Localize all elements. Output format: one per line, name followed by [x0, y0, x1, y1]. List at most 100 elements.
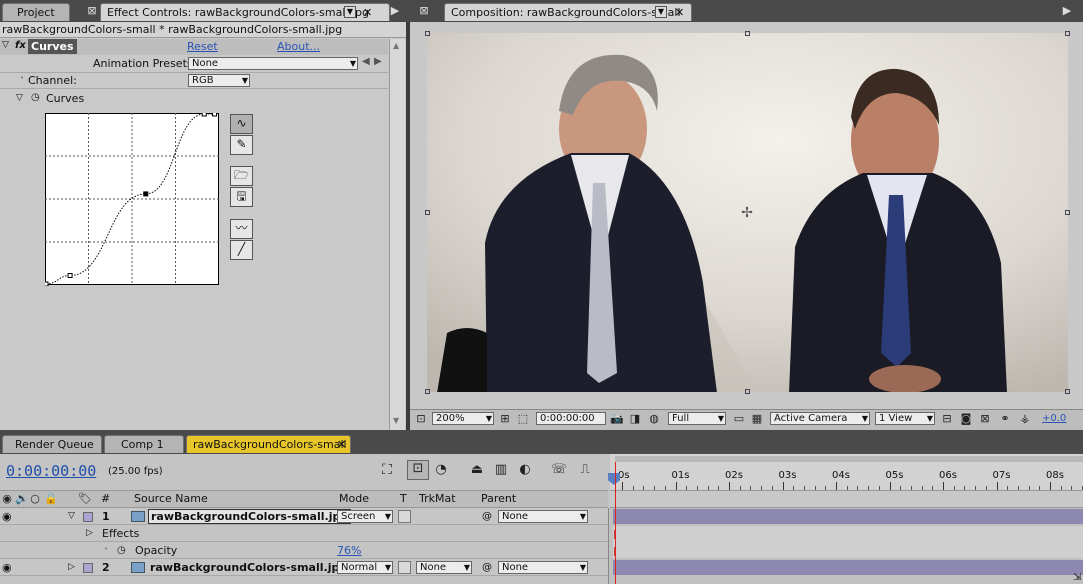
column-mode[interactable]: Mode	[339, 492, 369, 505]
curves-graph[interactable]	[45, 113, 220, 286]
curve-control-point[interactable]	[67, 273, 73, 278]
timeline-icon[interactable]: ⊠	[978, 412, 992, 425]
collapse-triangle-icon[interactable]: ▽	[16, 93, 23, 103]
preserve-transparency-checkbox[interactable]	[398, 561, 411, 574]
dropdown-arrow-icon[interactable]: ▼	[655, 6, 667, 18]
shy-layers-icon[interactable]: ⏏	[468, 462, 486, 477]
tab-comp-1[interactable]: Comp 1	[104, 435, 184, 453]
motion-blur-icon[interactable]: ◐	[516, 462, 534, 477]
effect-controls-scrollbar[interactable]: ▲ ▼	[389, 39, 405, 430]
label-color-swatch[interactable]	[83, 563, 93, 573]
anchor-crosshair-icon[interactable]: ✢	[741, 205, 753, 221]
live-update-icon[interactable]: ⊡	[407, 460, 429, 480]
mode-dropdown[interactable]: Normal ▼	[337, 561, 393, 574]
channel-icon[interactable]: ◍	[647, 412, 661, 425]
show-snapshot-icon[interactable]: ◨	[628, 412, 642, 425]
always-preview-icon[interactable]: ⊡	[414, 412, 428, 425]
reset-exposure-icon[interactable]: ⚶	[1018, 412, 1032, 425]
preserve-transparency-checkbox[interactable]	[398, 510, 411, 523]
opacity-row[interactable]: • ◷ Opacity 76%	[0, 542, 608, 559]
view-layout-dropdown[interactable]: 1 View ▼	[875, 412, 935, 425]
panel-menu-icon[interactable]: ▶	[389, 4, 401, 17]
draft-3d-icon[interactable]: ◔	[432, 462, 450, 477]
save-icon[interactable]: 🖫	[230, 187, 253, 207]
column-parent[interactable]: Parent	[481, 492, 516, 505]
curve-control-point[interactable]	[45, 281, 49, 286]
collapse-triangle-icon[interactable]: ▽	[2, 40, 9, 50]
resize-handle[interactable]	[425, 31, 430, 36]
scroll-up-icon[interactable]: ▲	[393, 41, 399, 50]
close-icon[interactable]: ✕	[337, 436, 346, 453]
resize-handle[interactable]	[425, 210, 430, 215]
layer-row-2[interactable]: ◉ ▷ 2 rawBackgroundColors-small.jpg Norm…	[0, 559, 608, 576]
curve-control-point[interactable]	[143, 191, 149, 197]
layer-bar-1[interactable]	[613, 509, 1083, 524]
channel-dropdown[interactable]: RGB ▼	[188, 74, 250, 87]
scroll-down-icon[interactable]: ▼	[393, 416, 399, 425]
close-icon[interactable]: ✕	[363, 4, 372, 21]
snapshot-icon[interactable]: 📷	[610, 412, 624, 425]
collapse-triangle-icon[interactable]: ▽	[68, 508, 75, 525]
mode-dropdown[interactable]: Screen ▼	[337, 510, 393, 523]
trkmat-dropdown[interactable]: None ▼	[416, 561, 472, 574]
composition-viewer[interactable]: ✢	[427, 33, 1068, 392]
fx-badge[interactable]: fx	[15, 40, 26, 51]
parent-dropdown[interactable]: None ▼	[498, 561, 588, 574]
resolution-dropdown[interactable]: Full ▼	[668, 412, 726, 425]
panel-menu-icon[interactable]: ▶	[1060, 4, 1074, 17]
preset-prev-icon[interactable]: ◀	[362, 56, 370, 67]
curve-control-point[interactable]	[212, 113, 218, 117]
resize-handle[interactable]	[425, 389, 430, 394]
eye-icon[interactable]: ◉	[2, 508, 12, 525]
opacity-value[interactable]: 76%	[337, 542, 361, 559]
transparency-grid-icon[interactable]: ▦	[750, 412, 764, 425]
column-t[interactable]: T	[400, 492, 407, 505]
brainstorm-icon[interactable]: ☏	[550, 462, 568, 477]
resize-handle[interactable]	[745, 389, 750, 394]
layer-name[interactable]: rawBackgroundColors-small.jpg	[150, 559, 347, 576]
exposure-value[interactable]: +0.0	[1042, 413, 1066, 424]
layer-bar-2[interactable]	[613, 560, 1083, 575]
fast-previews-icon[interactable]: ◙	[959, 412, 973, 425]
pickwhip-icon[interactable]: @	[482, 508, 492, 525]
safe-zones-icon[interactable]: ⊞	[498, 412, 512, 425]
resize-handle[interactable]	[1065, 31, 1070, 36]
column-source-name[interactable]: Source Name	[134, 492, 208, 505]
dropdown-arrow-icon[interactable]: ▼	[344, 6, 356, 18]
eye-icon[interactable]: ◉	[2, 559, 12, 576]
lock-icon[interactable]: ⊠	[86, 4, 98, 17]
animation-presets-dropdown[interactable]: None ▼	[188, 57, 358, 70]
comp-mini-flowchart-icon[interactable]: ⛶	[378, 462, 396, 478]
zoom-dropdown[interactable]: 200% ▼	[432, 412, 494, 425]
tab-raw-background[interactable]: rawBackgroundColors-small ✕	[186, 435, 351, 453]
curve-control-point[interactable]	[201, 113, 207, 117]
current-time[interactable]: 0:00:00:00	[6, 462, 96, 480]
pencil-icon[interactable]: ✎	[230, 135, 253, 155]
resize-handle[interactable]	[1065, 210, 1070, 215]
lock-icon-comp[interactable]: ⊠	[418, 4, 430, 17]
timecode-field[interactable]: 0:00:00:00	[536, 412, 606, 425]
flowchart-icon[interactable]: ⚭	[998, 412, 1012, 425]
tab-composition[interactable]: Composition: rawBackgroundColors-small ▼…	[444, 3, 692, 21]
expand-triangle-icon[interactable]: ▷	[68, 559, 75, 576]
reset-line-icon[interactable]: ╱	[230, 240, 253, 260]
pickwhip-icon[interactable]: @	[482, 559, 492, 576]
preset-next-icon[interactable]: ▶	[374, 56, 382, 67]
tab-render-queue[interactable]: Render Queue	[2, 435, 102, 453]
frame-blending-icon[interactable]: ▥	[492, 462, 510, 477]
mask-visibility-icon[interactable]: ⬚	[516, 412, 530, 425]
label-color-swatch[interactable]	[83, 512, 93, 522]
layer-row-1[interactable]: ◉ ▽ 1 rawBackgroundColors-small.jpg Scre…	[0, 508, 608, 525]
reset-link[interactable]: Reset	[187, 40, 218, 53]
camera-dropdown[interactable]: Active Camera ▼	[770, 412, 870, 425]
column-trkmat[interactable]: TrkMat	[419, 492, 456, 505]
parent-dropdown[interactable]: None ▼	[498, 510, 588, 523]
effect-name[interactable]: Curves	[28, 39, 77, 54]
graph-editor-icon[interactable]: ⎍	[576, 462, 594, 477]
close-icon[interactable]: ✕	[675, 4, 684, 21]
smooth-icon[interactable]: 〰	[230, 219, 253, 239]
bezier-icon[interactable]: ∿	[230, 114, 253, 134]
effects-row[interactable]: ▷ Effects	[0, 525, 608, 542]
region-of-interest-icon[interactable]: ▭	[732, 412, 746, 425]
expand-triangle-icon[interactable]: ▷	[86, 525, 93, 542]
